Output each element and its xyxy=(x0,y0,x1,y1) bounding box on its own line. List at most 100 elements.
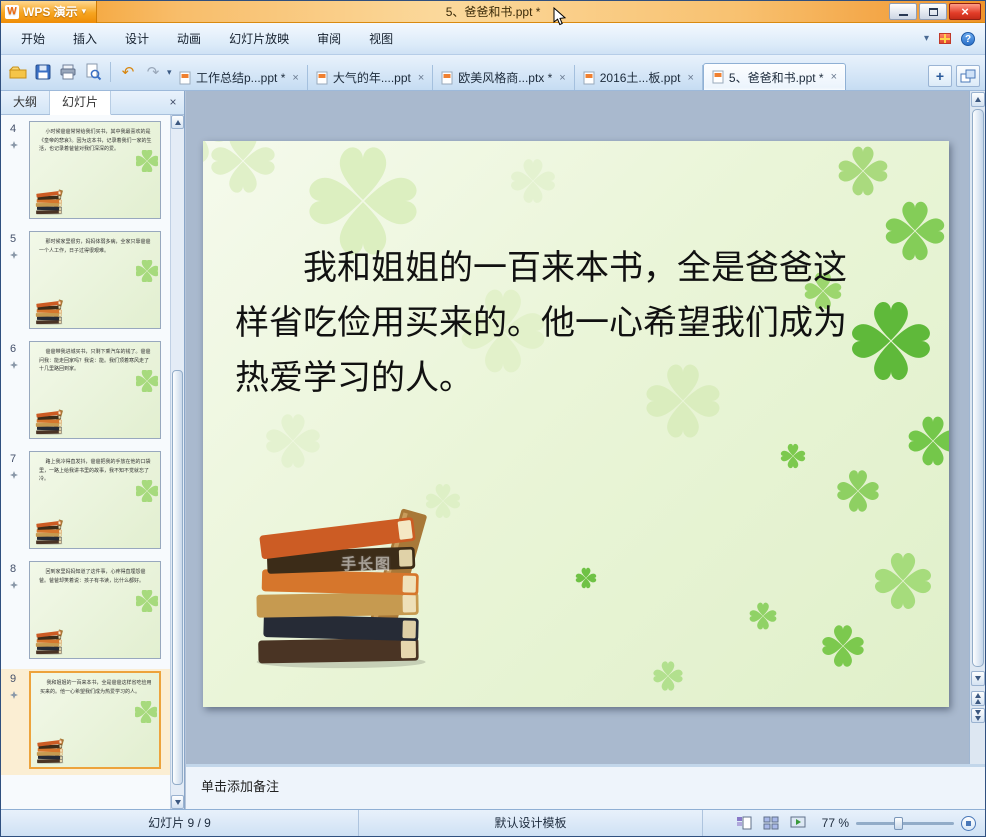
books-image xyxy=(35,519,64,545)
slide-counter: 幻灯片 9 / 9 xyxy=(1,810,359,836)
document-tab[interactable]: 大气的年....ppt × xyxy=(308,65,434,90)
fit-to-window-button[interactable] xyxy=(961,815,976,831)
clover-icon xyxy=(136,260,158,282)
arrow-up-icon xyxy=(174,119,181,125)
arrange-windows-button[interactable] xyxy=(956,65,980,87)
menu-item-insert[interactable]: 插入 xyxy=(59,24,111,54)
slide-number: 7 xyxy=(10,453,17,465)
zoom-slider-handle[interactable] xyxy=(894,816,903,830)
books-image[interactable] xyxy=(253,493,438,669)
redo-button[interactable]: ↷ xyxy=(142,61,164,83)
open-button[interactable] xyxy=(7,61,29,83)
ppt-file-icon xyxy=(316,71,328,84)
statusbar: 幻灯片 9 / 9 默认设计模板 77 % xyxy=(1,809,985,836)
printer-icon xyxy=(60,64,76,80)
redo-icon: ↷ xyxy=(146,63,160,81)
notes-panel[interactable]: 单击添加备注 xyxy=(186,764,985,809)
slide-body-text[interactable]: 我和姐姐的一百来本书，全是爸爸这样省吃俭用买来的。他一心希望我们成为热爱学习的人… xyxy=(235,241,875,406)
menu-item-slideshow[interactable]: 幻灯片放映 xyxy=(215,24,303,54)
slide-thumbnail[interactable]: 8 回到家里妈妈知道了这件事，心疼得直埋怨爸爸。爸爸却笑着说：孩子有书读，比什么… xyxy=(1,559,170,665)
slide-number: 8 xyxy=(10,563,17,575)
slide-thumbnail[interactable]: 4 小时候爸爸常常给我们买书，其中我最喜欢的是《皇帝的悲哀》。因为这本书，记录着… xyxy=(1,119,170,225)
transition-star-icon xyxy=(10,471,18,479)
thumbnail-image: 我和姐姐的一百来本书，全是爸爸这样省吃俭用买来的。他一心希望我们成为热爱学习的人… xyxy=(29,671,161,769)
books-image xyxy=(35,189,64,215)
menu-item-design[interactable]: 设计 xyxy=(111,24,163,54)
normal-view-button[interactable] xyxy=(734,814,754,832)
gift-icon[interactable] xyxy=(939,33,951,44)
slide-panel-tabs: 大纲 幻灯片 × xyxy=(1,91,184,115)
scroll-down-button[interactable] xyxy=(171,795,184,809)
document-tab[interactable]: 工作总结p...ppt * × xyxy=(171,65,308,90)
save-button[interactable] xyxy=(32,61,54,83)
print-button[interactable] xyxy=(57,61,79,83)
thumbnail-scrollbar[interactable] xyxy=(170,115,184,809)
window-controls: × xyxy=(889,3,985,20)
wps-app-menu-button[interactable]: W WPS 演示 ▾ xyxy=(1,1,98,23)
window-title: 5、爸爸和书.ppt * xyxy=(445,5,541,19)
clover-icon xyxy=(136,590,158,612)
transition-star-icon xyxy=(10,581,18,589)
document-tab-active[interactable]: 5、爸爸和书.ppt * × xyxy=(702,63,847,90)
slideshow-button[interactable] xyxy=(788,814,808,832)
undo-button[interactable]: ↶ xyxy=(117,61,139,83)
document-tab[interactable]: 欧美风格商...ptx * × xyxy=(433,65,575,90)
slide-thumbnail[interactable]: 5 那时候家里很穷，妈妈体弱多病，全家只靠爸爸一个人工作，日子过得很艰难。 xyxy=(1,229,170,335)
scroll-up-button[interactable] xyxy=(171,115,184,129)
thumbnail-image: 那时候家里很穷，妈妈体弱多病，全家只靠爸爸一个人工作，日子过得很艰难。 xyxy=(29,231,161,329)
tab-close-icon[interactable]: × xyxy=(416,72,424,84)
thumbnail-image: 路上我冷得直发抖，爸爸把我的手放在他的口袋里，一路上给我讲书里的故事，我不知不觉… xyxy=(29,451,161,549)
slide-thumbnail[interactable]: 6 爸爸带我进城买书，只剩下乘汽车的钱了。爸爸问我：能走回家吗？我说：能。我们顶… xyxy=(1,339,170,445)
slide-thumbnail[interactable]: 7 路上我冷得直发抖，爸爸把我的手放在他的口袋里，一路上给我讲书里的故事，我不知… xyxy=(1,449,170,555)
main-scrollbar[interactable] xyxy=(969,91,985,764)
slide-sorter-view-button[interactable] xyxy=(761,814,781,832)
tab-slides[interactable]: 幻灯片 xyxy=(50,91,112,115)
document-tab-label: 工作总结p...ppt * xyxy=(196,71,286,85)
arrow-down-icon xyxy=(174,799,181,805)
quick-access-toolbar: ↶ ↷ ▾ xyxy=(7,61,172,83)
zoom-slider[interactable] xyxy=(856,816,954,830)
tab-outline[interactable]: 大纲 xyxy=(1,91,51,114)
next-slide-button[interactable] xyxy=(971,708,985,723)
double-arrow-down-icon xyxy=(975,710,981,721)
thumbnail-text: 回到家里妈妈知道了这件事，心疼得直埋怨爸爸。爸爸却笑着说：孩子有书读，比什么都好… xyxy=(39,569,146,584)
scrollbar-thumb[interactable] xyxy=(172,370,183,785)
maximize-button[interactable] xyxy=(919,3,947,20)
minimize-button[interactable] xyxy=(889,3,917,20)
transition-star-icon xyxy=(10,251,18,259)
scroll-down-button[interactable] xyxy=(971,671,985,686)
notes-placeholder[interactable]: 单击添加备注 xyxy=(186,767,985,795)
panel-close-icon[interactable]: × xyxy=(162,91,184,114)
books-image xyxy=(36,738,65,764)
slide-canvas[interactable]: 我和姐姐的一百来本书，全是爸爸这样省吃俭用买来的。他一心希望我们成为热爱学习的人… xyxy=(186,91,969,764)
document-tab[interactable]: 2016土...板.ppt × xyxy=(575,65,703,90)
wps-presentation-window: W WPS 演示 ▾ 5、爸爸和书.ppt * × 开始 插入 设计 动画 幻灯… xyxy=(0,0,986,837)
previous-slide-button[interactable] xyxy=(971,691,985,706)
scrollbar-thumb[interactable] xyxy=(972,109,984,667)
current-slide[interactable]: 我和姐姐的一百来本书，全是爸爸这样省吃俭用买来的。他一心希望我们成为热爱学习的人… xyxy=(203,141,949,707)
print-preview-button[interactable] xyxy=(82,61,104,83)
close-button[interactable]: × xyxy=(949,3,981,20)
tab-close-icon[interactable]: × xyxy=(685,72,693,84)
slide-number: 6 xyxy=(10,343,17,355)
menu-item-home[interactable]: 开始 xyxy=(7,24,59,54)
tab-close-icon[interactable]: × xyxy=(290,72,298,84)
menu-item-review[interactable]: 审阅 xyxy=(303,24,355,54)
tab-close-icon[interactable]: × xyxy=(557,72,565,84)
slide-number: 4 xyxy=(10,123,17,135)
slide-thumbnail-selected[interactable]: 9 我和姐姐的一百来本书，全是爸爸这样省吃俭用买来的。他一心希望我们成为热爱学习… xyxy=(1,669,170,775)
scroll-up-button[interactable] xyxy=(971,92,985,107)
new-tab-button[interactable]: + xyxy=(928,65,952,87)
document-tab-label: 2016土...板.ppt xyxy=(599,71,681,85)
collapse-ribbon-icon[interactable]: ▾ xyxy=(924,33,929,44)
menu-item-view[interactable]: 视图 xyxy=(355,24,407,54)
menu-item-animation[interactable]: 动画 xyxy=(163,24,215,54)
watermark-text: 手长图 xyxy=(341,556,393,573)
wps-logo-icon: W xyxy=(5,4,19,19)
slide-number: 9 xyxy=(10,673,17,685)
menubar: 开始 插入 设计 动画 幻灯片放映 审阅 视图 ▾ ? xyxy=(1,23,985,55)
normal-view-icon xyxy=(737,816,752,830)
help-icon[interactable]: ? xyxy=(961,31,975,46)
undo-icon: ↶ xyxy=(121,63,135,81)
tab-close-icon[interactable]: × xyxy=(829,71,837,83)
